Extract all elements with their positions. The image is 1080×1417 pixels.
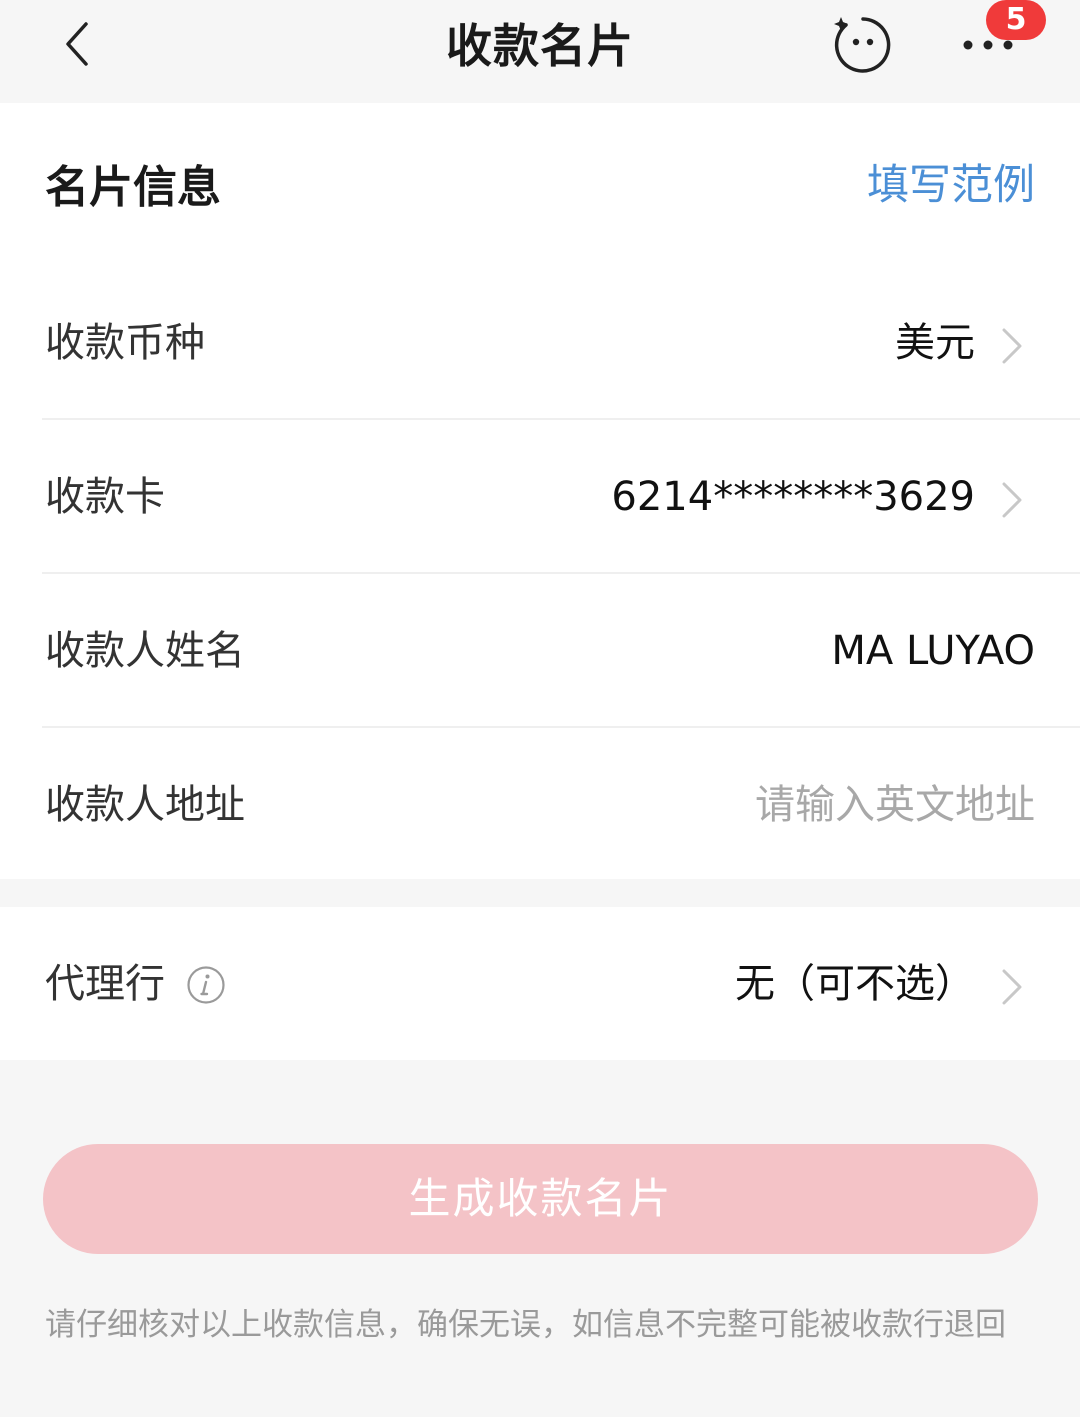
card-info-section: 名片信息 填写范例 收款币种 美元 收款卡 6214********3629 收… [0,103,1080,879]
currency-label: 收款币种 [45,320,205,366]
face-service-icon[interactable] [832,14,894,76]
agent-bank-value: 无（可不选） [735,961,975,1007]
currency-row[interactable]: 收款币种 美元 [0,266,1080,420]
agent-bank-label: 代理行 [45,961,165,1007]
card-number-value: 6214********3629 [611,474,975,520]
payee-name-row[interactable]: 收款人姓名 MA LUYAO [0,574,1080,728]
page-title: 收款名片 [446,19,634,73]
payee-address-row[interactable]: 收款人地址 请输入英文地址 [0,728,1080,882]
payee-address-input[interactable]: 请输入英文地址 [755,775,1035,835]
agent-bank-row[interactable]: 代理行 无（可不选） [0,907,1080,1061]
currency-value: 美元 [895,320,975,366]
notification-badge: 5 [986,0,1046,40]
payee-name-value: MA LUYAO [831,628,1035,674]
verification-note: 请仔细核对以上收款信息，确保无误，如信息不完整可能被收款行退回 [45,1307,1006,1343]
section-title: 名片信息 [45,162,221,213]
generate-card-button[interactable]: 生成收款名片 [43,1144,1038,1254]
chevron-right-icon [998,967,1028,1007]
card-row[interactable]: 收款卡 6214********3629 [0,420,1080,574]
chevron-right-icon [998,480,1028,520]
example-link[interactable]: 填写范例 [867,155,1035,215]
top-bar: 收款名片 5 [0,0,1080,103]
chevron-right-icon [998,326,1028,366]
card-label: 收款卡 [45,474,165,520]
agent-bank-section: 代理行 无（可不选） [0,907,1080,1060]
payee-address-label: 收款人地址 [45,782,245,828]
payee-name-label: 收款人姓名 [45,628,245,674]
info-icon[interactable] [186,965,226,1005]
